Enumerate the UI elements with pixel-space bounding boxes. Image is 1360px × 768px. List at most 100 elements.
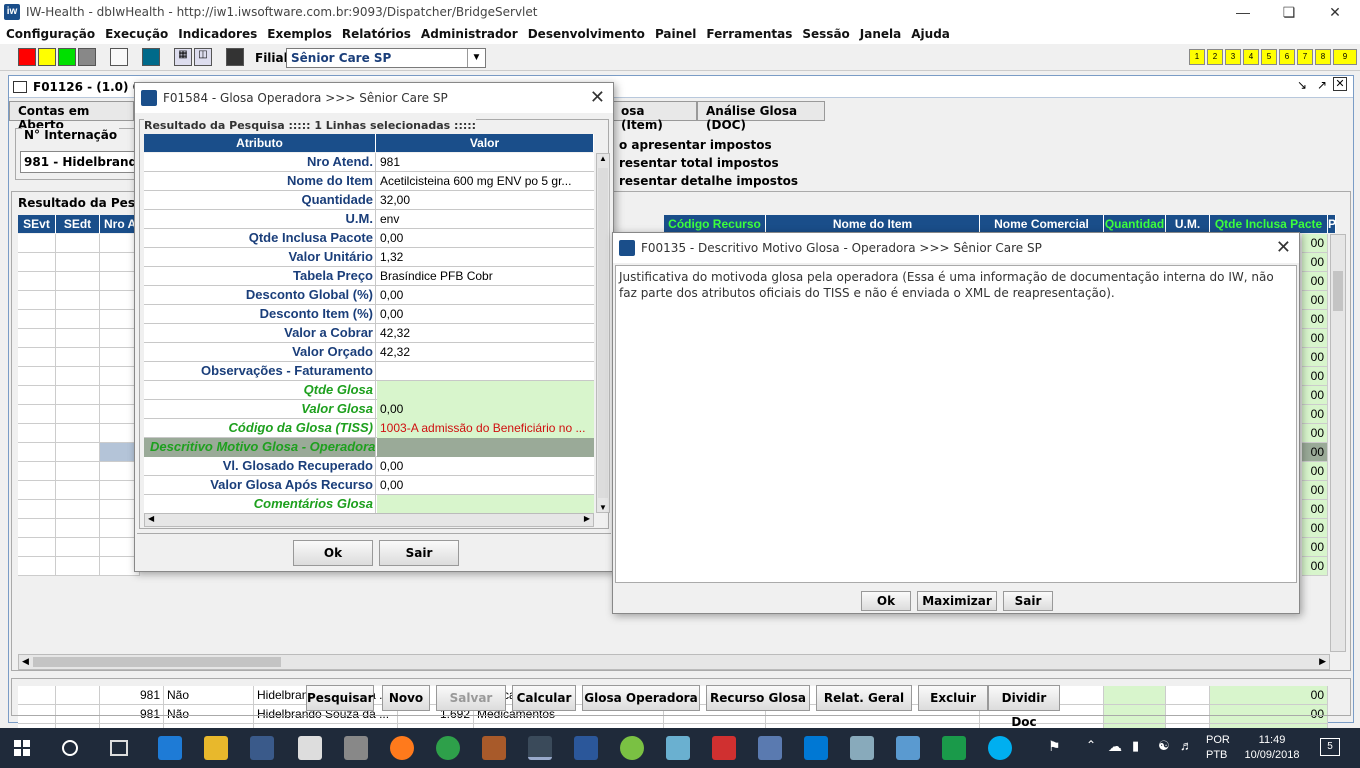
novo-button[interactable]: Novo [382, 685, 430, 711]
table-cell[interactable] [18, 386, 56, 405]
table-cell[interactable]: 00 [1302, 272, 1328, 291]
package-icon[interactable] [482, 736, 506, 760]
people-icon[interactable]: ⚑ [1048, 738, 1061, 755]
menu-item[interactable]: Ajuda [911, 27, 950, 41]
number-button[interactable]: 5 [1261, 49, 1277, 65]
table-row[interactable]: Qtde Glosa [144, 381, 594, 400]
windows-start-icon[interactable] [14, 740, 30, 756]
table-cell[interactable]: 00 [1302, 291, 1328, 310]
column-header[interactable]: SEvt [18, 215, 56, 233]
table-cell[interactable] [56, 424, 100, 443]
table-cell[interactable] [56, 310, 100, 329]
notifications-icon[interactable]: 5 [1320, 738, 1340, 756]
table-cell[interactable]: 00 [1302, 443, 1328, 462]
table-cell[interactable]: 00 [1302, 234, 1328, 253]
wifi-icon[interactable]: ☯ [1158, 738, 1170, 754]
close-icon[interactable]: ✕ [1333, 77, 1347, 91]
red-color-button[interactable] [18, 48, 36, 66]
chrome-icon[interactable] [436, 736, 460, 760]
clock[interactable]: 11:49 10/09/2018 [1240, 733, 1304, 763]
scroll-down-icon[interactable]: ▼ [599, 503, 607, 512]
column-header[interactable]: Qtde Inclusa Pacte [1210, 215, 1328, 233]
table-cell[interactable]: 00 [1302, 500, 1328, 519]
menu-item[interactable]: Desenvolvimento [528, 27, 645, 41]
table-cell[interactable] [18, 405, 56, 424]
dividir-doc-button[interactable]: Dividir Doc [988, 685, 1060, 729]
table-cell[interactable]: 00 [1302, 538, 1328, 557]
glosa-operadora-button[interactable]: Glosa Operadora [582, 685, 700, 711]
number-button[interactable]: 3 [1225, 49, 1241, 65]
column-header[interactable]: Nome Comercial [980, 215, 1104, 233]
maximize-icon[interactable]: ↗ [1317, 78, 1327, 92]
table-row[interactable]: Valor a Cobrar 42,32 [144, 324, 594, 343]
table-cell[interactable] [18, 481, 56, 500]
table-cell[interactable] [18, 462, 56, 481]
table-cell[interactable]: 00 [1302, 462, 1328, 481]
pesquisar-button[interactable]: Pesquisar [306, 685, 374, 711]
number-button[interactable]: 2 [1207, 49, 1223, 65]
table-cell[interactable]: 00 [1302, 405, 1328, 424]
relat-geral-button[interactable]: Relat. Geral [816, 685, 912, 711]
menu-item[interactable]: Ferramentas [706, 27, 792, 41]
number-button[interactable]: 1 [1189, 49, 1205, 65]
table-cell[interactable] [56, 329, 100, 348]
recurso-glosa-button[interactable]: Recurso Glosa [706, 685, 810, 711]
scroll-thumb[interactable] [33, 657, 281, 667]
attribute-value[interactable]: Acetilcisteina 600 mg ENV po 5 gr... [377, 172, 594, 191]
green-color-button[interactable] [58, 48, 76, 66]
option-label[interactable]: resentar detalhe impostos [619, 172, 798, 190]
table-cell[interactable] [56, 481, 100, 500]
table-row[interactable]: Valor Glosa Após Recurso 0,00 [144, 476, 594, 495]
number-button[interactable]: 9 [1333, 49, 1357, 65]
table-cell[interactable] [18, 557, 56, 576]
table-cell[interactable] [18, 253, 56, 272]
calcular-button[interactable]: Calcular [512, 685, 576, 711]
close-icon[interactable]: ✕ [590, 87, 605, 108]
sair-button[interactable]: Sair [1003, 591, 1053, 611]
menu-item[interactable]: Indicadores [178, 27, 257, 41]
visual-studio-icon[interactable] [942, 736, 966, 760]
attribute-value[interactable]: 0,00 [377, 305, 594, 324]
volume-icon[interactable]: ♬ [1180, 738, 1193, 753]
table-row[interactable]: Observações - Faturamento [144, 362, 594, 381]
white-color-button[interactable] [110, 48, 128, 66]
table-cell[interactable]: 00 [1302, 253, 1328, 272]
table-row[interactable]: Nome do Item Acetilcisteina 600 mg ENV po… [144, 172, 594, 191]
ok-button[interactable]: Ok [861, 591, 911, 611]
tree-icon[interactable]: ▦ [174, 48, 192, 66]
table-row[interactable]: Tabela Preço Brasíndice PFB Cobr [144, 267, 594, 286]
table-cell[interactable] [56, 462, 100, 481]
table-cell[interactable]: 00 [1302, 519, 1328, 538]
table-cell[interactable]: 00 [1302, 367, 1328, 386]
table-cell[interactable] [18, 329, 56, 348]
attribute-value[interactable] [377, 362, 594, 381]
word-icon[interactable] [574, 736, 598, 760]
table-row[interactable]: Qtde Inclusa Pacote 0,00 [144, 229, 594, 248]
attribute-value[interactable] [377, 438, 594, 457]
table-row[interactable]: Comentários Glosa [144, 495, 594, 513]
table-row[interactable]: Descritivo Motivo Glosa - Operadora [144, 438, 594, 457]
table-cell[interactable] [18, 348, 56, 367]
table-row[interactable]: Desconto Item (%) 0,00 [144, 305, 594, 324]
app-icon[interactable] [344, 736, 368, 760]
column-header[interactable]: Código Recurso [664, 215, 766, 233]
column-header[interactable]: Quantidad [1104, 215, 1166, 233]
edge-icon[interactable] [158, 736, 182, 760]
attribute-value[interactable]: 42,32 [377, 324, 594, 343]
filial-select[interactable]: Sênior Care SP ▼ [286, 48, 486, 68]
attribute-value[interactable]: 1003-A admissão do Beneficiário no ... [377, 419, 594, 438]
attribute-value[interactable] [377, 381, 594, 400]
table-row[interactable]: Valor Glosa 0,00 [144, 400, 594, 419]
ok-button[interactable]: Ok [293, 540, 373, 566]
java-icon[interactable] [528, 736, 552, 760]
app-icon[interactable] [850, 736, 874, 760]
column-header[interactable]: Nome do Item [766, 215, 980, 233]
table-cell[interactable] [18, 538, 56, 557]
column-header[interactable]: SEdt [56, 215, 100, 233]
table-cell[interactable] [56, 253, 100, 272]
number-button[interactable]: 4 [1243, 49, 1259, 65]
menu-item[interactable]: Sessão [802, 27, 849, 41]
table-cell[interactable] [18, 500, 56, 519]
table-row[interactable]: Valor Unitário 1,32 [144, 248, 594, 267]
descritivo-textarea[interactable]: Justificativa do motivoda glosa pela ope… [615, 265, 1297, 583]
